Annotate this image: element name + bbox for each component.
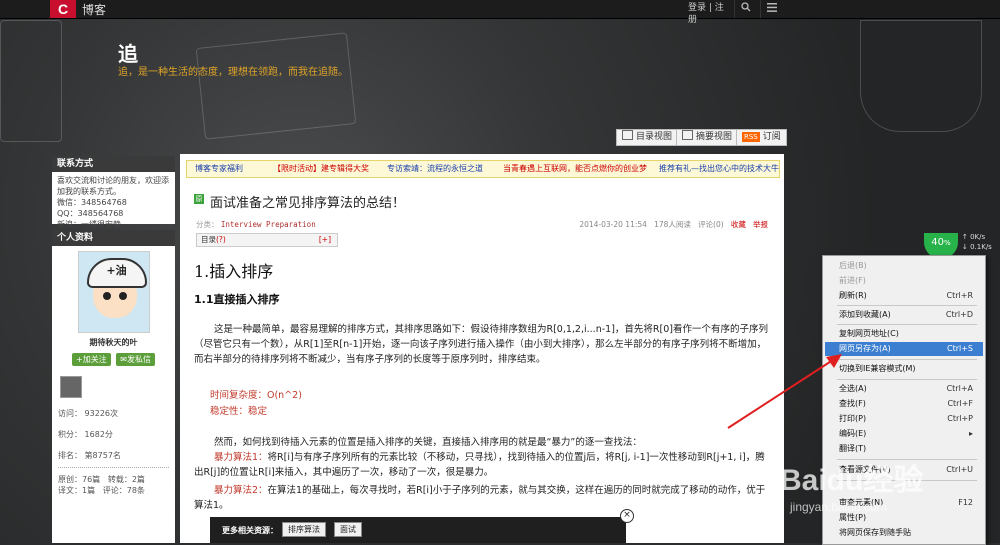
watermark-logo: Baidu经验: [780, 464, 924, 497]
watermark-url: jingyan.baidu.com: [790, 500, 887, 514]
